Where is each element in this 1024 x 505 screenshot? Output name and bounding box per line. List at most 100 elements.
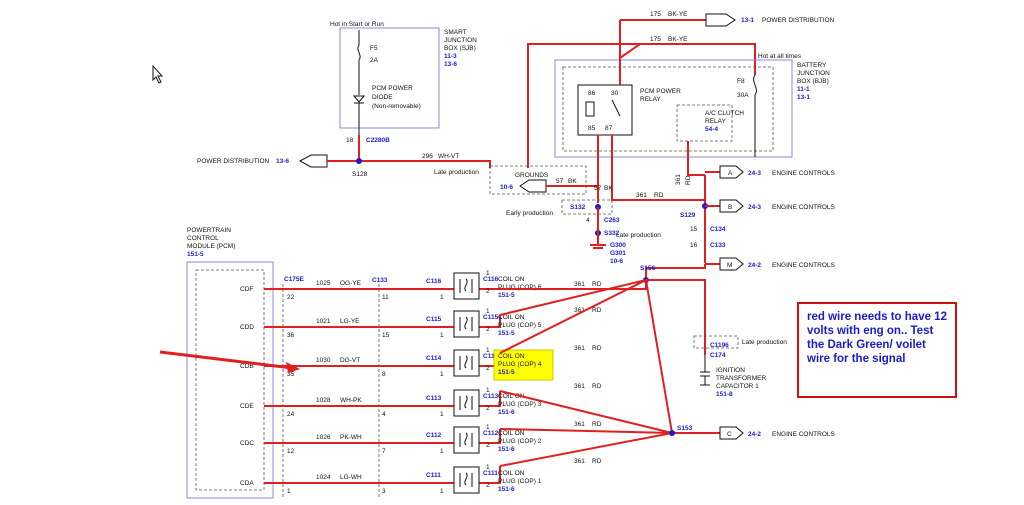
wire-175-b	[527, 43, 756, 168]
pin-num: 1	[287, 488, 291, 495]
c134-label: C134	[710, 226, 726, 233]
c133b-label: C133	[710, 242, 726, 249]
engine-connector-c: C 24-2 ENGINE CONTROLS	[719, 426, 836, 440]
bjb-box	[554, 59, 793, 158]
ac-title-2: RELAY	[705, 118, 726, 125]
coil-conn: C115	[426, 316, 442, 323]
coil-row-2: CDD361021 LG-YE15 1C115 C11521COIL ONPLUG (…	[240, 307, 602, 339]
pcm-title-1: POWERTRAIN	[187, 227, 231, 234]
g300-label: G300	[610, 242, 626, 249]
wire-color: OG-YE	[340, 280, 362, 287]
wire-num: 1024	[316, 474, 331, 481]
wire-175b-color: BK-YE	[668, 36, 688, 43]
wire-num: 1021	[316, 318, 331, 325]
sjb-pin: 18	[346, 137, 354, 144]
coil-row-3: CDB351030 DG-VT8 1C114 C11421COIL ONPLUG (C…	[240, 345, 602, 381]
c263-label: C263	[604, 217, 620, 224]
engine-m-letter: M	[727, 262, 732, 269]
wire-175-num: 175	[650, 11, 661, 18]
sjb-fuse-diode-icon	[352, 30, 366, 135]
wire-296-num: 296	[422, 153, 433, 160]
pin-1: 1	[486, 270, 490, 277]
wire-num: 1028	[316, 397, 331, 404]
pin-num2: 3	[382, 488, 386, 495]
cap-title-2: TRANSFORMER	[716, 375, 767, 382]
pin-1: 1	[486, 424, 490, 431]
wire-rd: RD	[592, 307, 602, 314]
engine-m-ref: 24-2	[748, 262, 761, 269]
pd-top-label: POWER DISTRIBUTION	[762, 17, 835, 24]
coil-winding-icon	[459, 472, 473, 487]
late-prod-label: Late production	[434, 169, 479, 176]
engine-c-ref: 24-2	[748, 431, 761, 438]
pin-num3: 1	[440, 488, 444, 495]
sjb-title-3: BOX (SJB)	[444, 45, 476, 52]
engine-connector-b: B 24-3 ENGINE CONTROLS	[719, 199, 836, 213]
coil-title-2: PLUG (COP) 5	[498, 322, 542, 329]
wire-rd-vert: RD	[685, 175, 692, 185]
ac-ref: 54-4	[705, 126, 718, 133]
wire-175-a	[619, 19, 706, 58]
s128-label: S128	[352, 171, 368, 178]
pin-1: 1	[486, 347, 490, 354]
pin-num: 22	[287, 294, 295, 301]
wire-color: WH-PK	[340, 397, 362, 404]
sjb-title-1: SMART	[444, 29, 467, 36]
bjb-note: Hot at all times	[758, 53, 802, 60]
wire-361-top: 361	[636, 192, 647, 199]
wiring-diagram: Hot in Start or Run SMART JUNCTION BOX (…	[152, 11, 836, 499]
pcm-pin: CDE	[240, 403, 254, 410]
power-dist-connector-icon	[298, 154, 328, 168]
coil-ref: 151-6	[498, 446, 515, 453]
coil-icon	[453, 389, 480, 417]
bjb-fuse: F8	[737, 78, 745, 85]
wire-color: PK-WH	[340, 434, 362, 441]
coil-title-1: COIL ON	[498, 276, 525, 283]
sjb-box	[339, 27, 440, 129]
coil-conn: C111	[426, 472, 441, 479]
bjb-ref-2: 13-1	[797, 94, 810, 101]
engine-b-label: ENGINE CONTROLS	[772, 204, 836, 211]
coil-title-2: PLUG (COP) 2	[498, 438, 542, 445]
early-prod-label: Early production	[506, 210, 553, 217]
coil-conn: C112	[426, 432, 442, 439]
diode-1: PCM POWER	[372, 85, 413, 92]
wire-num: 1026	[316, 434, 331, 441]
wire-361: 361	[574, 383, 585, 390]
cap-ref: 151-8	[716, 391, 733, 398]
pin-2: 2	[486, 405, 490, 412]
wire-rd-top: RD	[654, 192, 664, 199]
coil-title-1: COIL ON	[498, 430, 525, 437]
wire-361-vert: 361	[675, 174, 682, 185]
pd-top-connector-icon	[705, 13, 736, 27]
pin-num2: 8	[382, 371, 386, 378]
pin-num: 24	[287, 411, 295, 418]
annotation-arrow	[159, 350, 293, 370]
wire-175-color: BK-YE	[668, 11, 688, 18]
wire-color: DG-VT	[340, 357, 360, 364]
c1196-label: C1196	[710, 342, 729, 349]
grounds-connector-icon	[519, 179, 547, 193]
coil-conn: C114	[426, 355, 442, 362]
coil-title-1: COIL ON	[498, 353, 525, 360]
coil-winding-icon	[459, 395, 473, 410]
s129-label: S129	[680, 212, 696, 219]
pin-num3: 1	[440, 448, 444, 455]
coil-title-2: PLUG (COP) 1	[498, 478, 542, 485]
c175e-label: C175E	[284, 276, 305, 283]
pcm-pin: CDC	[240, 440, 254, 447]
pcm-ref: 151-5	[187, 251, 204, 258]
late-prod2-label: Late production	[616, 232, 661, 239]
wire-rd: RD	[592, 281, 602, 288]
ac-title-1: A/C CLUTCH	[705, 110, 744, 117]
engine-b-letter: B	[728, 204, 732, 211]
coil-ref: 151-5	[498, 292, 515, 299]
coil-conn-r: C112	[483, 430, 499, 437]
wire-361: 361	[574, 281, 585, 288]
coil-conn-r: C113	[483, 393, 499, 400]
relay-coil-icon	[585, 101, 595, 117]
relay-switch-icon	[611, 99, 621, 117]
sjb-ref-2: 13-6	[444, 61, 457, 68]
bjb-title-3: BOX (BJB)	[797, 78, 829, 85]
pcm-title-3: MODULE (PCM)	[187, 243, 235, 250]
